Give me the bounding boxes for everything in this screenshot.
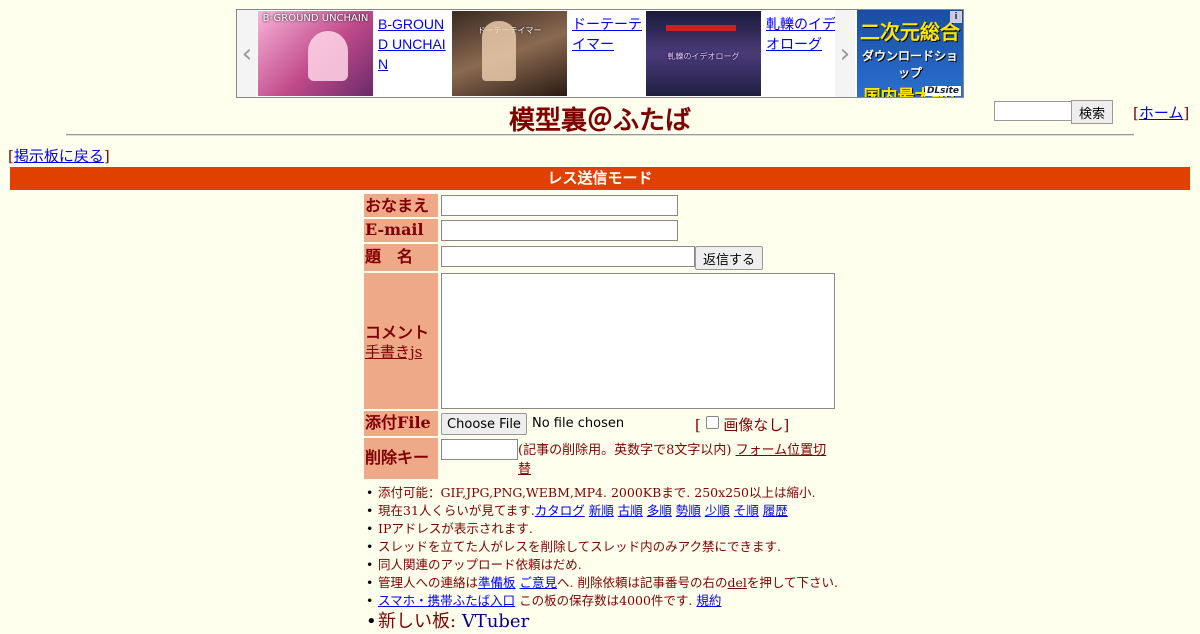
name-input[interactable] [441, 195, 678, 216]
mobile-entrance-link[interactable]: スマホ・携帯ふたば入口 [378, 593, 515, 608]
delete-key-note: (記事の削除用。英数字で8文字以内) [518, 443, 732, 458]
ad-title-1[interactable]: B-GROUND UNCHAIN [378, 14, 450, 74]
ad-item-2[interactable]: ドーテーテイマー ドーテーテイマー [452, 10, 642, 97]
list-item: スマホ・携帯ふたば入口 この板の保存数は4000件です. 規約 [364, 592, 864, 610]
noimage-wrapper: [ 画像なし] [695, 416, 790, 434]
email-label: E-mail [364, 219, 438, 242]
ad-image-2[interactable]: ドーテーテイマー [452, 11, 567, 96]
back-link-wrapper: [掲示板に戻る] [8, 147, 110, 165]
vtuber-board-link[interactable]: VTuber [462, 611, 529, 632]
ad-item-3[interactable]: 軋轢のイデオローグ 軋轢のイデオローグ [646, 10, 836, 97]
list-item: 現在31人くらいが見てます.カタログ 新順 古順 多順 勢順 少順 そ順 履歴 [364, 502, 864, 520]
delete-key-input[interactable] [441, 439, 518, 460]
adchoices-icon[interactable]: i [950, 11, 962, 23]
comment-textarea[interactable] [441, 273, 835, 409]
delete-key-note-wrapper: (記事の削除用。英数字で8文字以内) フォーム位置切替 [518, 441, 828, 479]
feedback-link[interactable]: ご意見 [520, 575, 558, 590]
reply-mode-bar: レス送信モード [10, 167, 1190, 190]
history-link[interactable]: 履歴 [763, 503, 788, 518]
comment-label: コメント [365, 323, 430, 342]
email-input[interactable] [441, 220, 678, 241]
catalog-link[interactable]: カタログ [535, 503, 585, 518]
ad-title-2[interactable]: ドーテーテイマー [572, 14, 644, 54]
dlsite-logo: DLsite [924, 86, 961, 96]
comment-label-cell: コメント 手書きjs [364, 273, 438, 409]
board-notes: 添付可能：GIF,JPG,PNG,WEBM,MP4. 2000KBまで. 250… [364, 484, 864, 634]
chevron-right-icon[interactable]: › [835, 10, 855, 97]
noimage-checkbox[interactable] [705, 416, 719, 429]
search-button[interactable]: 検索 [1071, 100, 1113, 124]
character-illustration [482, 21, 516, 81]
sort-old-link[interactable]: 古順 [618, 503, 643, 518]
choose-file-button[interactable]: Choose File [441, 413, 527, 435]
chevron-left-icon[interactable]: ‹ [237, 10, 257, 97]
delete-key-label: 削除キー [364, 438, 438, 479]
dlsite-ad[interactable]: 二次元総合 ダウンロードショップ 国内最大級! DLsite i [857, 10, 963, 97]
submit-reply-button[interactable]: 返信する [695, 246, 763, 270]
back-to-board-link[interactable]: 掲示板に戻る [14, 147, 104, 165]
file-label: 添付File [364, 411, 438, 436]
character-illustration [308, 31, 348, 81]
sort-so-link[interactable]: そ順 [734, 503, 759, 518]
del-link[interactable]: del [727, 575, 746, 590]
list-item: IPアドレスが表示されます. [364, 520, 864, 538]
ad-item-1[interactable]: B-GROUND UNCHAIN B-GROUND UNCHAIN [258, 10, 448, 97]
sort-many-link[interactable]: 多順 [647, 503, 672, 518]
ad-title-3[interactable]: 軋轢のイデオローグ [766, 14, 838, 54]
sort-few-link[interactable]: 少順 [705, 503, 730, 518]
list-item: スレッドを立てた人がレスを削除してスレッド内のみアク禁にできます. [364, 538, 864, 556]
ad-banner-stripe [666, 25, 736, 31]
list-item: 添付可能：GIF,JPG,PNG,WEBM,MP4. 2000KBまで. 250… [364, 484, 864, 502]
subject-input[interactable] [441, 246, 695, 267]
noimage-label: 画像なし [723, 416, 784, 434]
junbi-board-link[interactable]: 準備板 [478, 575, 516, 590]
sort-momentum-link[interactable]: 勢順 [676, 503, 701, 518]
list-item: 新しい板: VTuber [364, 610, 864, 634]
handwrite-js-link[interactable]: 手書きjs [365, 341, 422, 362]
ad-image-1[interactable]: B-GROUND UNCHAIN [258, 11, 373, 96]
header-divider [66, 134, 1134, 136]
rules-link[interactable]: 規約 [696, 593, 721, 608]
list-item: 同人関連のアップロード依頼はだめ. [364, 556, 864, 574]
ad-image-3[interactable]: 軋轢のイデオローグ [646, 11, 761, 96]
ad-banner[interactable]: ‹ B-GROUND UNCHAIN B-GROUND UNCHAIN ドーテー… [236, 9, 964, 98]
subject-label: 題 名 [364, 244, 438, 271]
home-link-wrapper: [ホーム] [1133, 104, 1190, 122]
name-label: おなまえ [364, 194, 438, 217]
sort-new-link[interactable]: 新順 [589, 503, 614, 518]
file-status: No file chosen [532, 416, 625, 431]
list-item: 管理人への連絡は準備板 ご意見へ. 削除依頼は記事番号の右のdelを押して下さい… [364, 574, 864, 592]
home-link[interactable]: ホーム [1139, 104, 1184, 122]
